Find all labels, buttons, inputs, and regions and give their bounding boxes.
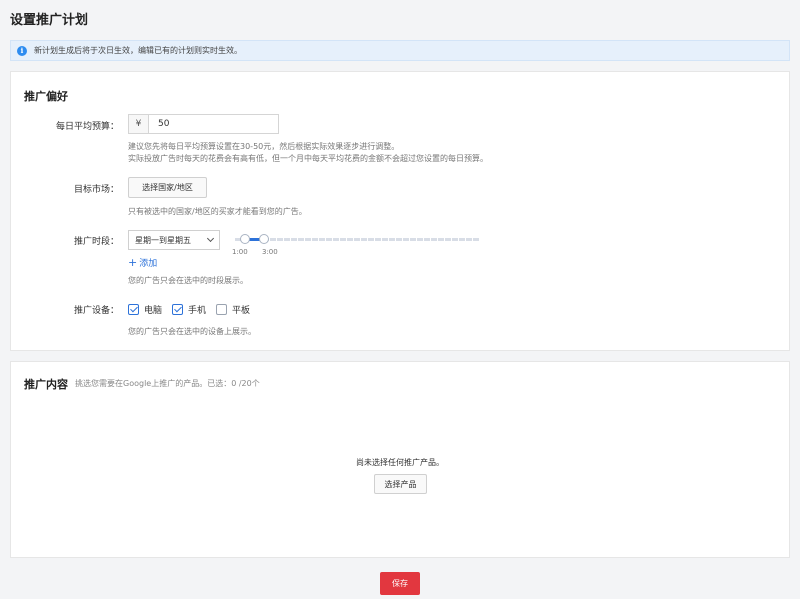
select-product-button[interactable]: 选择产品 [374, 474, 427, 494]
content-title: 推广内容 [24, 378, 68, 391]
device-label-mobile: 手机 [188, 306, 207, 316]
budget-hint-1: 建议您先将每日平均预算设置在30-50元，然后根据实际效果逐步进行调整。 [128, 142, 400, 151]
slider-tick-start: 1:00 [232, 248, 248, 256]
add-timeslot-label: 添加 [139, 259, 158, 269]
chevron-down-icon [206, 234, 215, 243]
empty-state-text: 尚未选择任何推广产品。 [356, 458, 444, 467]
market-label: 目标市场： [73, 185, 119, 195]
schedule-hint: 您的广告只会在选中的时段展示。 [128, 276, 248, 285]
tablet-checkbox[interactable] [216, 304, 228, 315]
device-label-tablet: 平板 [232, 306, 251, 316]
time-slider-start-handle[interactable] [240, 234, 250, 244]
device-checkboxes: 电脑 手机 平板 [128, 303, 260, 316]
info-icon: i [17, 45, 27, 56]
schedule-label: 推广时段： [73, 237, 119, 247]
device-option-tablet[interactable]: 平板 [216, 303, 250, 316]
notice-bar: i 新计划生成后将于次日生效，编辑已有的计划则实时生效。 [10, 40, 790, 61]
notice-text: 新计划生成后将于次日生效，编辑已有的计划则实时生效。 [34, 46, 242, 55]
preferences-card: 推广偏好 每日平均预算： ¥ 建议您先将每日平均预算设置在30-50元，然后根据… [10, 71, 790, 351]
budget-input[interactable] [149, 115, 278, 133]
device-option-mobile[interactable]: 手机 [172, 303, 206, 316]
budget-label: 每日平均预算： [55, 122, 119, 132]
save-button[interactable]: 保存 [380, 572, 420, 595]
devices-label: 推广设备： [73, 306, 119, 316]
budget-field: ¥ [128, 114, 279, 134]
devices-hint: 您的广告只会在选中的设备上展示。 [128, 327, 256, 336]
market-hint: 只有被选中的国家/地区的买家才能看到您的广告。 [128, 207, 307, 216]
content-subtitle: 挑选您需要在Google上推广的产品。已选：0 /20个 [75, 379, 260, 388]
schedule-select-value: 星期一到星期五 [135, 235, 191, 245]
time-slider-end-handle[interactable] [259, 234, 269, 244]
device-label-desktop: 电脑 [144, 306, 163, 316]
desktop-checkbox[interactable] [128, 304, 139, 315]
budget-hint-2: 实际投放广告时每天的花费会有高有低，但一个月中每天平均花费的金额不会超过您设置的… [128, 154, 488, 163]
slider-tick-end: 3:00 [262, 248, 278, 256]
time-slider-track[interactable] [235, 238, 480, 241]
device-option-desktop[interactable]: 电脑 [128, 303, 162, 316]
schedule-select[interactable]: 星期一到星期五 [128, 230, 220, 250]
plus-icon: + [128, 256, 138, 269]
content-card: 推广内容 挑选您需要在Google上推广的产品。已选：0 /20个 尚未选择任何… [10, 361, 790, 558]
preferences-title: 推广偏好 [24, 90, 68, 103]
select-country-button[interactable]: 选择国家/地区 [128, 177, 207, 198]
add-timeslot-link[interactable]: + 添加 [128, 256, 157, 269]
page-title: 设置推广计划 [10, 13, 89, 28]
mobile-checkbox[interactable] [172, 304, 184, 315]
currency-prefix: ¥ [129, 115, 149, 133]
